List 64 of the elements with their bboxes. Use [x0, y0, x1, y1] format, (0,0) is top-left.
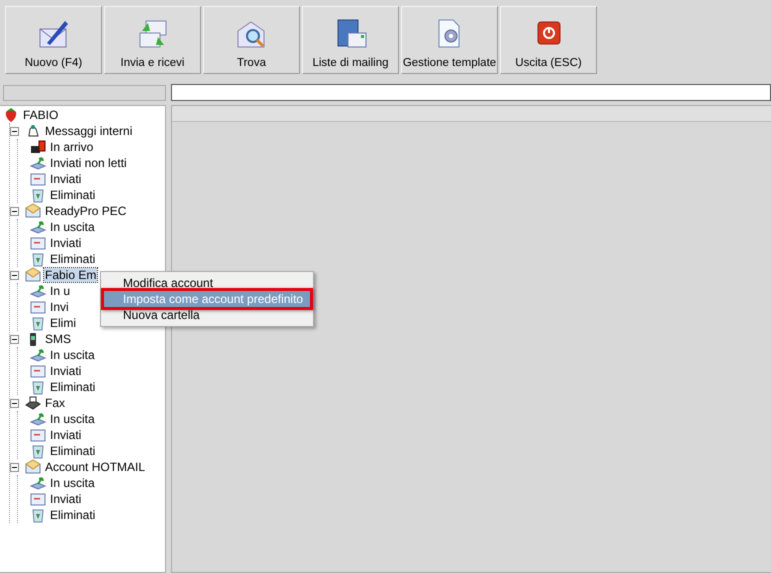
envelope-icon: [25, 203, 41, 219]
toolbar-button[interactable]: Uscita (ESC): [500, 6, 597, 74]
folder-item[interactable]: Eliminati: [49, 380, 96, 394]
folder-item[interactable]: In uscita: [49, 220, 96, 234]
folder-item[interactable]: Elimi: [49, 316, 77, 330]
account-item[interactable]: Messaggi interni: [44, 124, 134, 138]
toolbar-button[interactable]: Nuovo (F4): [5, 6, 102, 74]
envelope-icon: [30, 491, 46, 507]
collapse-toggle[interactable]: [10, 206, 19, 216]
envelope-icon: [30, 427, 46, 443]
collapse-toggle[interactable]: [10, 270, 19, 280]
outbox-icon: [30, 155, 46, 171]
recycle-bin-icon: [30, 443, 46, 459]
collapse-toggle[interactable]: [10, 398, 19, 408]
folder-item[interactable]: Eliminati: [49, 444, 96, 458]
folder-item[interactable]: Inviati non letti: [49, 156, 128, 170]
collapse-toggle[interactable]: [10, 126, 19, 136]
folder-item[interactable]: In u: [49, 284, 72, 298]
account-item[interactable]: ReadyPro PEC: [44, 204, 128, 218]
outbox-icon: [30, 283, 46, 299]
envelope-icon: [25, 459, 41, 475]
collapse-toggle[interactable]: [10, 334, 19, 344]
folder-item[interactable]: Inviati: [49, 492, 82, 506]
folder-item[interactable]: In uscita: [49, 348, 96, 362]
folder-item[interactable]: In uscita: [49, 412, 96, 426]
folder-item[interactable]: Invi: [49, 300, 70, 314]
folder-item[interactable]: Inviati: [49, 364, 82, 378]
outbox-icon: [30, 411, 46, 427]
toolbar-button[interactable]: Liste di mailing: [302, 6, 399, 74]
folder-item[interactable]: Inviati: [49, 236, 82, 250]
envelope-icon: [30, 235, 46, 251]
outbox-icon: [30, 347, 46, 363]
recycle-bin-icon: [30, 379, 46, 395]
account-item[interactable]: SMS: [44, 332, 72, 346]
root-item[interactable]: FABIO: [22, 108, 60, 122]
account-item[interactable]: Account HOTMAIL: [44, 460, 146, 474]
envelope-icon: [25, 267, 41, 283]
strawberry-icon: [3, 107, 19, 123]
search-field[interactable]: [171, 84, 771, 101]
recycle-bin-icon: [30, 251, 46, 267]
folder-item[interactable]: In arrivo: [49, 140, 94, 154]
folder-item[interactable]: Inviati: [49, 172, 82, 186]
outbox-icon: [30, 475, 46, 491]
fax-icon: [25, 395, 41, 411]
menu-item[interactable]: Nuova cartella: [104, 307, 310, 323]
toolbar-button[interactable]: Trova: [203, 6, 300, 74]
account-item[interactable]: Fax: [44, 396, 66, 410]
toolbar-button[interactable]: Gestione template: [401, 6, 498, 74]
toolbar-button[interactable]: Invia e ricevi: [104, 6, 201, 74]
folder-item[interactable]: Eliminati: [49, 188, 96, 202]
folder-item[interactable]: Inviati: [49, 428, 82, 442]
envelope-icon: [30, 299, 46, 315]
recycle-bin-icon: [30, 507, 46, 523]
envelope-icon: [30, 171, 46, 187]
account-item[interactable]: Fabio Em: [44, 268, 98, 282]
folder-item[interactable]: Eliminati: [49, 252, 96, 266]
recycle-bin-icon: [30, 187, 46, 203]
outbox-icon: [30, 219, 46, 235]
collapse-toggle[interactable]: [10, 462, 19, 472]
menu-item[interactable]: Modifica account: [104, 275, 310, 291]
folder-item[interactable]: Eliminati: [49, 508, 96, 522]
folder-item[interactable]: In uscita: [49, 476, 96, 490]
recycle-bin-icon: [30, 315, 46, 331]
envelope-icon: [30, 363, 46, 379]
